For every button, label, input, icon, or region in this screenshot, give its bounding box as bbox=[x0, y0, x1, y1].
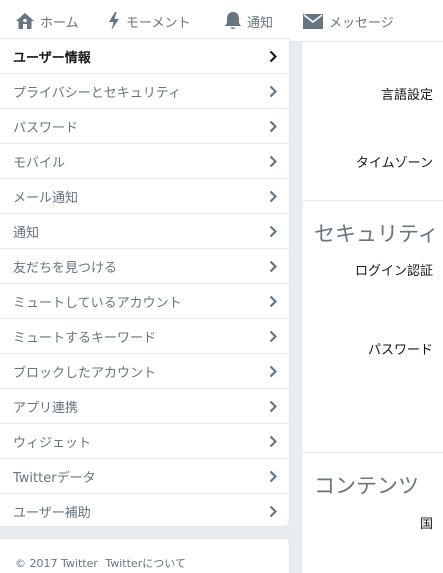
menu-item-label: 友だちを見つける bbox=[13, 260, 118, 276]
menu-item-muted-accounts[interactable]: ミュートしているアカウント bbox=[0, 284, 289, 319]
menu-item-notifications[interactable]: 通知 bbox=[0, 214, 289, 249]
chevron-right-icon bbox=[269, 435, 277, 448]
security-section-title: セキュリティ bbox=[314, 222, 439, 246]
menu-item-find-friends[interactable]: 友だちを見つける bbox=[0, 249, 289, 284]
menu-item-accessibility[interactable]: ユーザー補助 bbox=[0, 494, 289, 529]
menu-item-label: ユーザー情報 bbox=[13, 50, 91, 66]
menu-item-blocked-accounts[interactable]: ブロックしたアカウント bbox=[0, 354, 289, 389]
nav-notifications-label: 通知 bbox=[247, 15, 274, 31]
country-label: 国 bbox=[419, 517, 433, 532]
chevron-right-icon bbox=[269, 400, 277, 413]
chevron-right-icon bbox=[269, 120, 277, 133]
section-divider bbox=[302, 452, 443, 453]
menu-item-password[interactable]: パスワード bbox=[0, 109, 289, 144]
menu-item-label: ミュートするキーワード bbox=[13, 330, 157, 346]
chevron-right-icon bbox=[269, 330, 277, 343]
menu-item-label: メール通知 bbox=[13, 190, 79, 206]
password-label: パスワード bbox=[367, 343, 433, 358]
chevron-right-icon bbox=[269, 505, 277, 518]
login-verification-label: ログイン認証 bbox=[354, 264, 433, 279]
bell-icon bbox=[225, 12, 241, 29]
chevron-right-icon bbox=[269, 260, 277, 273]
nav-notifications[interactable]: 通知 bbox=[224, 0, 273, 42]
settings-menu: ユーザー情報 プライバシーとセキュリティ パスワード モバイル メール通知 通知… bbox=[0, 38, 290, 527]
menu-item-label: Twitterデータ bbox=[13, 470, 96, 486]
menu-item-label: プライバシーとセキュリティ bbox=[13, 85, 181, 101]
chevron-right-icon bbox=[269, 155, 277, 168]
envelope-icon bbox=[303, 13, 323, 29]
menu-item-label: ウィジェット bbox=[13, 435, 92, 451]
chevron-right-icon bbox=[269, 365, 277, 378]
menu-item-account[interactable]: ユーザー情報 bbox=[0, 39, 289, 74]
content-section-title: コンテンツ bbox=[314, 474, 419, 498]
menu-item-label: ブロックしたアカウント bbox=[13, 365, 157, 381]
menu-item-label: アプリ連携 bbox=[13, 400, 79, 416]
home-icon bbox=[16, 13, 34, 29]
chevron-right-icon bbox=[269, 50, 277, 63]
menu-item-privacy-security[interactable]: プライバシーとセキュリティ bbox=[0, 74, 289, 109]
nav-messages[interactable]: メッセージ bbox=[302, 0, 394, 42]
nav-home-label: ホーム bbox=[40, 15, 79, 31]
nav-home[interactable]: ホーム bbox=[15, 0, 79, 42]
menu-item-widgets[interactable]: ウィジェット bbox=[0, 424, 289, 459]
menu-item-label: ミュートしているアカウント bbox=[13, 295, 182, 311]
section-divider bbox=[302, 200, 443, 201]
about-twitter-link[interactable]: Twitterについて bbox=[105, 557, 186, 570]
top-navigation-bar: ホーム モーメント 通知 メッセージ bbox=[0, 0, 443, 42]
language-label: 言語設定 bbox=[380, 88, 433, 103]
chevron-right-icon bbox=[269, 470, 277, 483]
menu-item-label: パスワード bbox=[13, 120, 79, 136]
footer-card: © 2017 Twitter Twitterについて bbox=[0, 538, 290, 573]
menu-item-label: 通知 bbox=[13, 225, 40, 241]
menu-item-mobile[interactable]: モバイル bbox=[0, 144, 289, 179]
settings-content-panel: 言語設定 タイムゾーン セキュリティ ログイン認証 パスワード コンテンツ 国 bbox=[301, 42, 443, 573]
chevron-right-icon bbox=[269, 85, 277, 98]
nav-moments[interactable]: モーメント bbox=[107, 0, 190, 42]
menu-item-label: ユーザー補助 bbox=[13, 506, 91, 521]
chevron-right-icon bbox=[269, 225, 277, 238]
menu-item-twitter-data[interactable]: Twitterデータ bbox=[0, 459, 289, 494]
nav-moments-label: モーメント bbox=[126, 15, 191, 31]
copyright-text: © 2017 Twitter bbox=[15, 557, 98, 570]
timezone-label: タイムゾーン bbox=[355, 156, 433, 171]
menu-item-muted-words[interactable]: ミュートするキーワード bbox=[0, 319, 289, 354]
menu-item-label: モバイル bbox=[13, 155, 66, 171]
lightning-icon bbox=[109, 12, 119, 30]
chevron-right-icon bbox=[269, 295, 277, 308]
nav-messages-label: メッセージ bbox=[329, 15, 394, 31]
menu-item-apps[interactable]: アプリ連携 bbox=[0, 389, 289, 424]
menu-item-email-notifications[interactable]: メール通知 bbox=[0, 179, 289, 214]
chevron-right-icon bbox=[269, 190, 277, 203]
